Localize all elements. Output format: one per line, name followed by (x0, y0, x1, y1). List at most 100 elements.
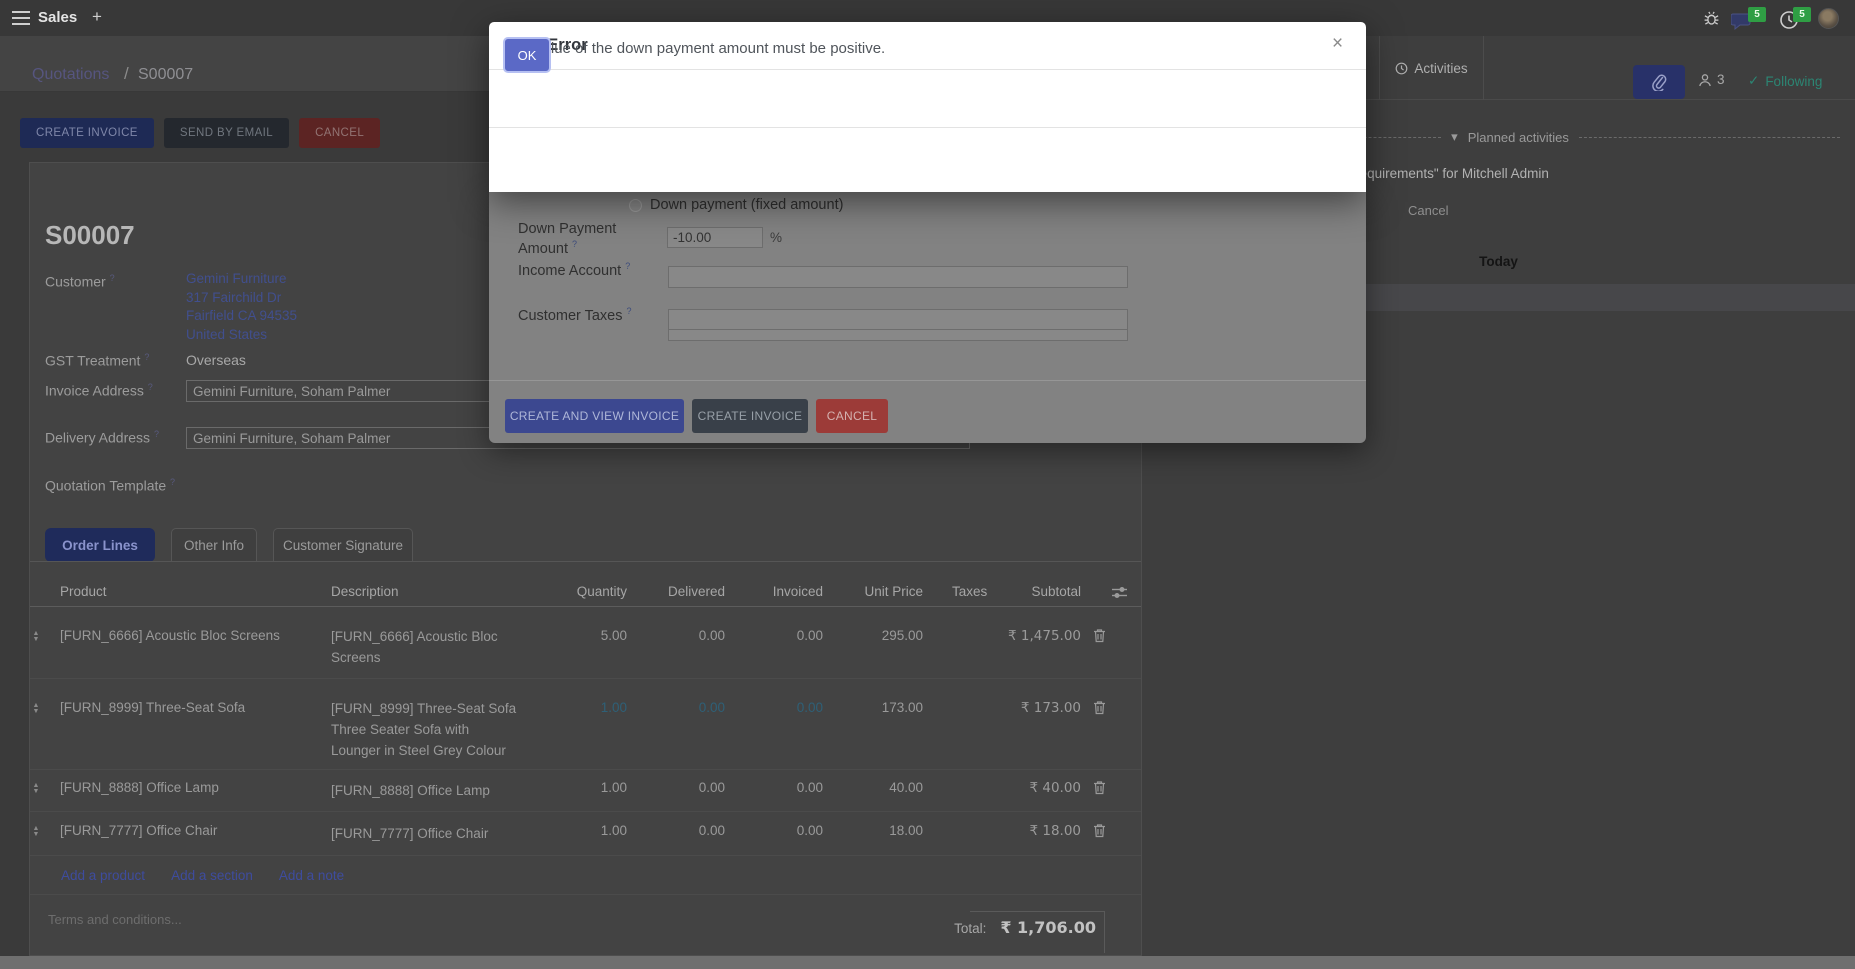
row-unit-price[interactable]: 18.00 (889, 823, 923, 838)
row-invoiced[interactable]: 0.00 (797, 780, 823, 795)
breadcrumb-separator: / (124, 64, 129, 84)
customer-country-link[interactable]: United States (186, 326, 297, 345)
total-right-border (1104, 911, 1105, 953)
customer-taxes-label: Customer Taxes ? (518, 306, 632, 324)
messages-counter-badge[interactable]: 5 (1748, 7, 1766, 22)
tab-other-info[interactable]: Other Info (171, 528, 257, 562)
activities-counter-badge[interactable]: 5 (1793, 7, 1811, 22)
quotation-title: S00007 (45, 220, 135, 251)
delete-line-icon[interactable] (1093, 700, 1106, 715)
row-product[interactable]: [FURN_7777] Office Chair (60, 823, 217, 838)
debug-bug-icon[interactable] (1703, 10, 1720, 27)
total-top-border (970, 911, 1104, 912)
apps-menu-icon[interactable] (12, 11, 30, 25)
attach-files-button[interactable] (1633, 65, 1685, 99)
col-header-quantity[interactable]: Quantity (577, 584, 627, 614)
row-delivered[interactable]: 0.00 (699, 700, 725, 715)
row-subtotal: ₹ 18.00 (1029, 823, 1081, 839)
row-description[interactable]: [FURN_6666] Acoustic BlocScreens (331, 626, 531, 668)
following-button[interactable]: ✓ Following (1748, 73, 1822, 89)
col-header-invoiced[interactable]: Invoiced (773, 584, 823, 614)
send-by-email-button[interactable]: SEND BY EMAIL (164, 118, 289, 148)
down-payment-amount-input[interactable]: -10.00 (667, 227, 763, 248)
row-description[interactable]: [FURN_7777] Office Chair (331, 823, 531, 844)
radio-icon[interactable] (629, 199, 642, 212)
income-account-input[interactable] (668, 266, 1128, 288)
ok-button[interactable]: OK (503, 37, 551, 73)
tab-customer-signature[interactable]: Customer Signature (273, 528, 413, 562)
row-unit-price[interactable]: 40.00 (889, 780, 923, 795)
add-a-section-link[interactable]: Add a section (171, 868, 253, 883)
create-invoice-button[interactable]: CREATE INVOICE (20, 118, 154, 148)
user-error-modal: User Error × The value of the down payme… (489, 22, 1366, 192)
row-quantity[interactable]: 1.00 (601, 823, 627, 838)
app-name[interactable]: Sales (38, 9, 77, 26)
col-header-subtotal[interactable]: Subtotal (1031, 584, 1081, 614)
create-invoice-dialog-button[interactable]: CREATE INVOICE (692, 399, 808, 433)
customer-name-link[interactable]: Gemini Furniture (186, 270, 297, 289)
followers-count: 3 (1717, 72, 1725, 87)
row-invoiced[interactable]: 0.00 (797, 628, 823, 643)
customer-label: Customer ? (45, 273, 115, 290)
delete-line-icon[interactable] (1093, 823, 1106, 838)
caret-down-icon: ▾ (1451, 129, 1458, 145)
customer-taxes-input[interactable] (668, 309, 1128, 330)
total-amount: ₹ 1,706.00 (1000, 918, 1096, 937)
down-payment-amount-label: Down Payment (518, 221, 616, 237)
quotation-template-label: Quotation Template ? (45, 477, 175, 494)
row-invoiced[interactable]: 0.00 (797, 700, 823, 715)
down-payment-fixed-radio-row[interactable]: Down payment (fixed amount) (629, 197, 843, 213)
close-icon[interactable]: × (1332, 33, 1343, 55)
create-and-view-invoice-button[interactable]: CREATE AND VIEW INVOICE (505, 399, 684, 433)
row-description[interactable]: [FURN_8999] Three-Seat SofaThree Seater … (331, 698, 531, 761)
row-description[interactable]: [FURN_8888] Office Lamp (331, 780, 531, 801)
window-bottom-strip (0, 956, 1855, 969)
breadcrumb-quotations-link[interactable]: Quotations (32, 66, 109, 84)
row-quantity[interactable]: 5.00 (601, 628, 627, 643)
row-product[interactable]: [FURN_6666] Acoustic Bloc Screens (60, 628, 280, 643)
income-account-label: Income Account ? (518, 261, 630, 279)
cancel-order-button[interactable]: CANCEL (299, 118, 380, 148)
tab-order-lines[interactable]: Order Lines (45, 528, 155, 562)
col-header-description[interactable]: Description (331, 584, 399, 614)
row-unit-price[interactable]: 173.00 (882, 700, 923, 715)
row-product[interactable]: [FURN_8888] Office Lamp (60, 780, 219, 795)
drag-handle[interactable]: ▲▼ (30, 826, 42, 838)
delete-line-icon[interactable] (1093, 780, 1106, 795)
drag-handle[interactable]: ▲▼ (30, 703, 42, 715)
col-header-delivered[interactable]: Delivered (668, 584, 725, 614)
customer-street-link[interactable]: 317 Fairchild Dr (186, 289, 297, 308)
user-avatar[interactable] (1818, 8, 1839, 29)
add-a-product-link[interactable]: Add a product (61, 868, 145, 883)
customer-value[interactable]: Gemini Furniture 317 Fairchild Dr Fairfi… (186, 270, 297, 344)
col-header-unit-price[interactable]: Unit Price (864, 584, 923, 614)
person-icon (1698, 73, 1712, 87)
row-quantity[interactable]: 1.00 (601, 700, 627, 715)
gst-treatment-value[interactable]: Overseas (186, 352, 246, 368)
col-header-taxes[interactable]: Taxes (952, 584, 987, 614)
new-tab-plus-button[interactable]: + (92, 7, 102, 27)
row-product[interactable]: [FURN_8999] Three-Seat Sofa (60, 700, 245, 715)
delete-line-icon[interactable] (1093, 628, 1106, 643)
optional-columns-icon[interactable] (1112, 586, 1127, 599)
customer-taxes-input-row2[interactable] (668, 329, 1128, 341)
activity-cancel-link[interactable]: Cancel (1408, 203, 1448, 218)
row-quantity[interactable]: 1.00 (601, 780, 627, 795)
row-delivered[interactable]: 0.00 (699, 823, 725, 838)
drag-handle[interactable]: ▲▼ (30, 783, 42, 795)
cancel-dialog-button[interactable]: CANCEL (816, 399, 888, 433)
followers-button[interactable]: 3 (1698, 72, 1725, 87)
clock-icon (1395, 62, 1408, 75)
row-delivered[interactable]: 0.00 (699, 780, 725, 795)
total-label: Total: (954, 921, 986, 936)
customer-city-link[interactable]: Fairfield CA 94535 (186, 307, 297, 326)
add-a-note-link[interactable]: Add a note (279, 868, 344, 883)
activities-tab[interactable]: Activities (1379, 36, 1484, 100)
row-invoiced[interactable]: 0.00 (797, 823, 823, 838)
drag-handle[interactable]: ▲▼ (30, 631, 42, 643)
radio-label[interactable]: Down payment (fixed amount) (650, 197, 843, 213)
row-unit-price[interactable]: 295.00 (882, 628, 923, 643)
row-delivered[interactable]: 0.00 (699, 628, 725, 643)
terms-and-conditions-input[interactable]: Terms and conditions... (48, 912, 182, 927)
col-header-product[interactable]: Product (60, 584, 107, 614)
